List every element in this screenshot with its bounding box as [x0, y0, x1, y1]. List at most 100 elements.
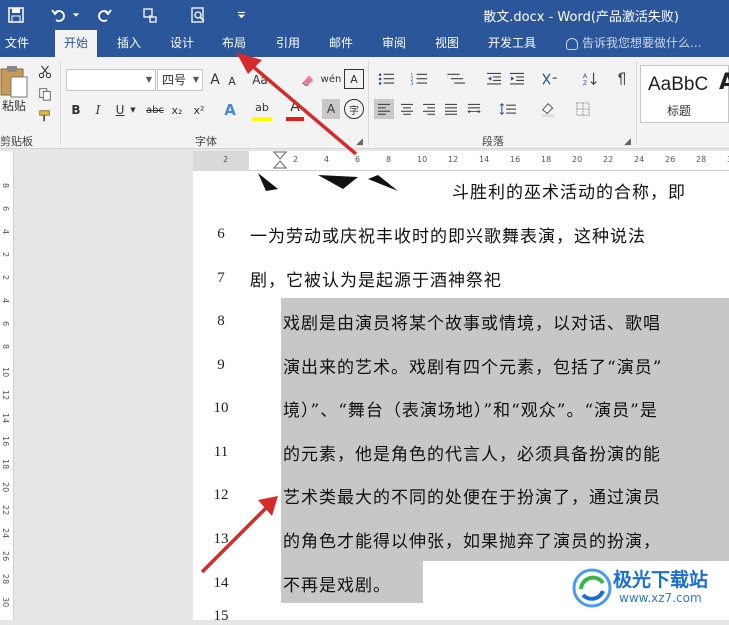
watermark-url: www.xz7.com [619, 591, 702, 605]
tab-home[interactable]: 开始 [55, 30, 97, 57]
save-icon[interactable] [4, 3, 28, 27]
show-hide-marks-icon[interactable] [612, 69, 630, 89]
paste-label[interactable]: 粘贴 [0, 97, 28, 113]
indent-marker-icon[interactable] [273, 151, 287, 171]
phonetic-guide-button[interactable]: wén [320, 67, 342, 91]
italic-button[interactable]: I [90, 99, 106, 121]
vertical-ruler[interactable]: 8 6 4 2 2 4 6 8 10 12 14 16 18 20 22 24 26 28 30 [0, 151, 14, 620]
bullets-icon[interactable] [374, 69, 402, 89]
ruler-tick-label: 6 [1, 206, 10, 212]
highlight-button[interactable]: ab [252, 97, 272, 121]
decrease-indent-icon[interactable] [484, 69, 504, 89]
superscript-button[interactable]: x² [190, 99, 208, 121]
distributed-icon[interactable] [464, 99, 484, 119]
document-text-line[interactable]: 演出来的艺术。戏剧有四个元素，包括了“演员” [283, 353, 729, 378]
horizontal-ruler[interactable]: 224681012141618202224262830 [193, 151, 729, 171]
document-title: 散文.docx - Word(产品激活失败) [483, 10, 679, 25]
watermark-name: 极光下载站 [613, 569, 709, 591]
image-fragment [258, 173, 398, 191]
copy-icon[interactable] [36, 85, 54, 103]
clear-formatting-icon[interactable] [298, 69, 318, 91]
tab-design[interactable]: 设计 [162, 30, 202, 57]
tab-layout[interactable]: 布局 [214, 30, 254, 57]
multilevel-list-icon[interactable] [442, 69, 472, 89]
tab-insert[interactable]: 插入 [109, 30, 149, 57]
shrink-font-button[interactable]: A [224, 71, 240, 91]
paste-button[interactable] [0, 63, 30, 99]
numbering-icon[interactable]: 123 [406, 69, 436, 89]
font-dialog-launcher-icon[interactable]: ◢ [356, 137, 363, 147]
document-text-line[interactable]: 的元素，他是角色的代言人，必须具备扮演的能 [283, 440, 729, 465]
document-text-line[interactable]: 一为劳动或庆祝丰收时的即兴歌舞表演，这种说法 [250, 222, 729, 247]
align-right-icon[interactable] [419, 99, 439, 119]
borders-icon[interactable] [570, 99, 596, 119]
format-painter-icon[interactable] [36, 107, 54, 125]
style-gallery[interactable]: AaBbC 标题 A [640, 65, 729, 123]
ruler-tick-label: 22 [603, 155, 614, 164]
tab-mailings[interactable]: 邮件 [321, 30, 361, 57]
customize-toolbar-icon[interactable] [232, 3, 250, 27]
title-bar: 散文.docx - Word(产品激活失败) [0, 0, 729, 30]
text-selection [281, 298, 729, 561]
subscript-button[interactable]: x₂ [168, 99, 186, 121]
strikethrough-button[interactable]: abc [144, 99, 166, 121]
bold-button[interactable]: B [68, 99, 84, 121]
document-text-line[interactable]: 的角色才能得以伸张，如果抛弃了演员的扮演， [283, 527, 729, 552]
document-text-line[interactable]: 剧，它被认为是起源于酒神祭祀 [250, 266, 729, 291]
ruler-tick-label: 6 [355, 155, 361, 164]
site-logo-icon [572, 568, 612, 608]
ruler-tick-label: 20 [572, 155, 583, 164]
font-name-combo[interactable]: ▼ [66, 69, 156, 91]
line-number: 7 [217, 270, 225, 286]
tab-review[interactable]: 审阅 [374, 30, 414, 57]
document-text-line[interactable]: 艺术类最大的不同的处便在于扮演了，通过演员 [283, 483, 729, 508]
document-text-line[interactable]: 戏剧是由演员将某个故事或情境，以对话、歌唱 [283, 309, 729, 334]
tab-references[interactable]: 引用 [268, 30, 308, 57]
ruler-tick-label: 26 [665, 155, 676, 164]
tab-developer[interactable]: 开发工具 [481, 30, 543, 57]
ruler-tick-label: 24 [634, 155, 645, 164]
chinese-layout-icon[interactable] [536, 69, 564, 89]
ruler-tick-label: 12 [448, 155, 459, 164]
ruler-tick-label: 10 [1, 367, 10, 378]
font-size-combo[interactable]: 四号 ▼ [157, 69, 203, 91]
grow-font-button[interactable]: A [206, 69, 224, 91]
print-preview-icon[interactable] [186, 3, 210, 27]
chevron-down-icon: ▼ [192, 75, 199, 84]
divider [60, 61, 61, 145]
undo-dropdown-icon[interactable] [70, 3, 82, 27]
line-number: 12 [213, 487, 229, 503]
change-case-button[interactable]: Aa [246, 69, 274, 91]
redo-icon[interactable] [92, 3, 116, 27]
underline-button[interactable]: U [112, 99, 128, 121]
ruler-tick-label: 2 [223, 155, 229, 164]
font-color-button[interactable]: A [286, 97, 304, 121]
line-spacing-icon[interactable] [494, 99, 522, 119]
chevron-down-icon: ▼ [145, 75, 152, 84]
document-text-line[interactable]: 斗胜利的巫术活动的合称，即 [452, 178, 729, 203]
justify-icon[interactable] [441, 99, 461, 119]
ruler-tick-label: 14 [1, 413, 10, 424]
tell-me-box[interactable]: 告诉我您想要做什么... [566, 30, 701, 57]
touch-mode-icon[interactable] [138, 3, 162, 27]
paragraph-dialog-launcher-icon[interactable]: ◢ [624, 137, 631, 147]
ruler-tick-label: 10 [417, 155, 428, 164]
align-center-icon[interactable] [397, 99, 417, 119]
text-effects-button[interactable]: A [220, 99, 240, 121]
document-text-line[interactable]: 境）”、“舞台（表演场地）”和“观众”。“演员”是 [283, 396, 729, 421]
character-border-button[interactable]: A [344, 69, 364, 89]
increase-indent-icon[interactable] [507, 69, 527, 89]
tab-view[interactable]: 视图 [427, 30, 467, 57]
cut-icon[interactable] [36, 63, 54, 81]
character-shading-button[interactable]: A [322, 99, 340, 119]
enclose-characters-button[interactable]: 字 [344, 99, 364, 119]
ruler-tick-label: 2 [293, 155, 299, 164]
chevron-down-icon[interactable]: ▼ [128, 99, 138, 121]
ribbon-home: 粘贴 剪贴板 ▼ 四号 ▼ A A Aa wén A B I U ▼ abc x₂… [0, 57, 729, 149]
sort-icon[interactable]: AZ [580, 69, 600, 89]
paragraph-shading-icon[interactable] [536, 99, 562, 119]
undo-icon[interactable] [47, 3, 71, 27]
ruler-tick-label: 14 [479, 155, 490, 164]
align-left-icon[interactable] [374, 99, 394, 119]
tab-file[interactable]: 文件 [0, 30, 34, 57]
